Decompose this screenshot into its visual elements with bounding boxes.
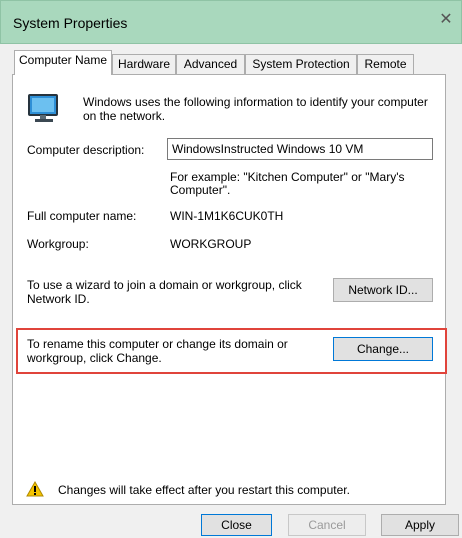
computer-monitor-icon bbox=[26, 92, 62, 126]
rename-line-1: To rename this computer or change its do… bbox=[27, 337, 288, 351]
network-id-instructions: To use a wizard to join a domain or work… bbox=[27, 278, 327, 306]
tab-computer-name[interactable]: Computer Name bbox=[14, 50, 112, 75]
close-icon[interactable]: ✕ bbox=[439, 11, 452, 28]
rename-instructions: To rename this computer or change its do… bbox=[27, 337, 327, 365]
window-title: System Properties bbox=[13, 15, 128, 31]
workgroup-value: WORKGROUP bbox=[170, 237, 252, 251]
close-window-button[interactable]: ✕ bbox=[435, 9, 457, 31]
tab-system-protection[interactable]: System Protection bbox=[245, 54, 357, 74]
intro-line-1: Windows uses the following information t… bbox=[83, 95, 428, 109]
tab-label: Advanced bbox=[183, 57, 238, 71]
hint-line-2: Computer". bbox=[170, 183, 231, 197]
tab-remote[interactable]: Remote bbox=[357, 54, 414, 74]
tab-label: Remote bbox=[364, 57, 407, 71]
rename-line-2: workgroup, click Change. bbox=[27, 351, 162, 365]
tab-label: System Protection bbox=[252, 57, 350, 71]
change-button[interactable]: Change... bbox=[333, 337, 433, 361]
full-computer-name-label: Full computer name: bbox=[27, 209, 137, 223]
description-hint: For example: "Kitchen Computer" or "Mary… bbox=[170, 171, 432, 197]
intro-text: Windows uses the following information t… bbox=[83, 95, 433, 123]
workgroup-label: Workgroup: bbox=[27, 237, 89, 251]
apply-button[interactable]: Apply bbox=[381, 514, 459, 536]
network-id-button[interactable]: Network ID... bbox=[333, 278, 433, 302]
restart-notice: Changes will take effect after you resta… bbox=[58, 483, 350, 497]
full-computer-name-value: WIN-1M1K6CUK0TH bbox=[170, 209, 284, 223]
title-bar: System Properties ✕ bbox=[0, 0, 462, 44]
computer-description-label: Computer description: bbox=[27, 143, 145, 157]
computer-description-field[interactable]: WindowsInstructed Windows 10 VM bbox=[167, 138, 433, 160]
warning-icon bbox=[26, 480, 44, 497]
network-id-line-1: To use a wizard to join a domain or work… bbox=[27, 278, 302, 292]
cancel-button[interactable]: Cancel bbox=[288, 514, 366, 536]
tab-advanced[interactable]: Advanced bbox=[176, 54, 245, 74]
tab-label: Hardware bbox=[117, 57, 171, 71]
network-id-line-2: Network ID. bbox=[27, 292, 90, 306]
tab-hardware[interactable]: Hardware bbox=[112, 54, 176, 74]
close-button[interactable]: Close bbox=[201, 514, 272, 536]
tab-label: Computer Name bbox=[18, 53, 108, 67]
intro-line-2: on the network. bbox=[83, 109, 166, 123]
